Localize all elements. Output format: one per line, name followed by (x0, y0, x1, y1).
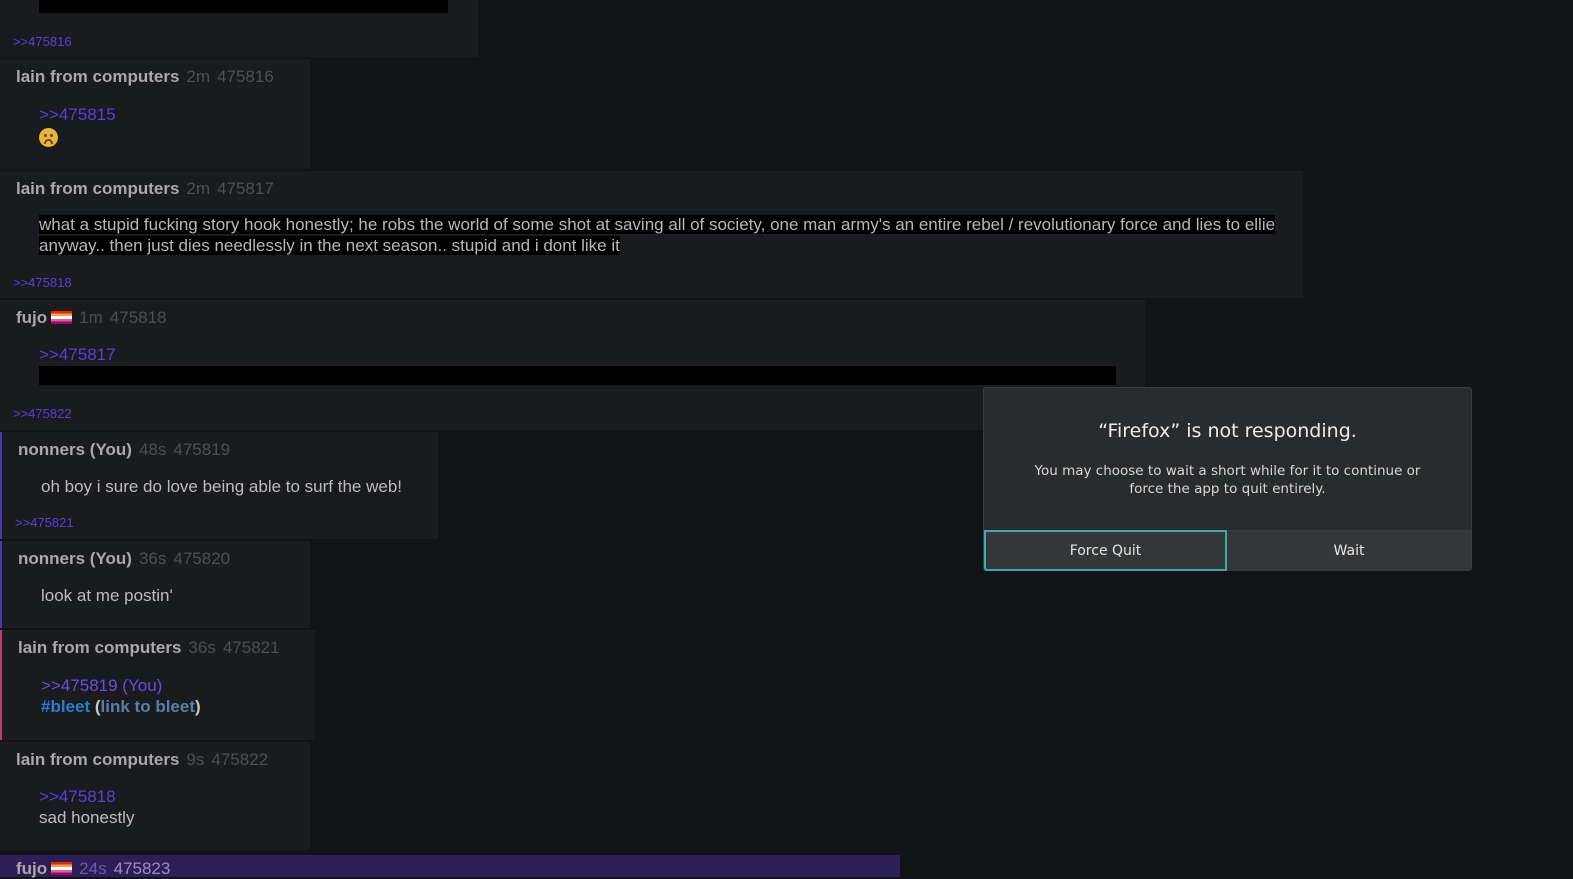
post: nonners (You) 48s 475819 oh boy i sure do … (0, 432, 438, 539)
backlink[interactable]: >>475816 (13, 34, 72, 49)
post-header: nonners (You) 36s 475820 (18, 549, 230, 569)
post-id[interactable]: 475816 (217, 67, 274, 86)
poster-name: lain from computers (16, 67, 180, 86)
post-id[interactable]: 475821 (223, 638, 280, 657)
post-age: 36s (188, 638, 216, 657)
flag-icon (51, 311, 73, 324)
dialog-message: You may choose to wait a short while for… (1034, 463, 1421, 497)
post: nonners (You) 36s 475820 look at me postin… (0, 541, 310, 628)
post-id[interactable]: 475818 (110, 308, 167, 327)
post-highlighted: fujo 24s 475823 (0, 855, 900, 879)
post-text: sad honestly (39, 808, 135, 827)
post-header: lain from computers 9s 475822 (16, 750, 268, 770)
post: >>475816 (0, 0, 478, 57)
spoiler-text[interactable]: what a stupid fucking story hook honestl… (39, 215, 1276, 255)
poster-name: lain from computers (18, 638, 182, 657)
post-header: lain from computers 2m 475816 (16, 67, 274, 87)
not-responding-dialog: “Firefox” is not responding. You may cho… (983, 387, 1472, 571)
post-age: 2m (186, 179, 211, 198)
quote-link[interactable]: >>475818 (39, 786, 134, 807)
poster-name: lain from computers (16, 750, 180, 769)
quote-link[interactable]: >>475819 (You) (41, 675, 201, 696)
post-id[interactable]: 475820 (173, 549, 230, 568)
quote-link[interactable]: >>475817 (39, 344, 116, 365)
poster-name: nonners (You) (18, 440, 132, 459)
post-age: 48s (138, 440, 167, 459)
post-age: 2m (186, 67, 211, 86)
backlink[interactable]: >>475822 (13, 406, 72, 421)
poster-name: lain from computers (16, 179, 180, 198)
post-header: lain from computers 36s 475821 (18, 638, 280, 658)
post-id[interactable]: 475822 (211, 750, 268, 769)
wait-button[interactable]: Wait (1227, 530, 1471, 571)
post-age: 1m (79, 308, 103, 327)
sad-face-emoji-icon (39, 128, 58, 148)
force-quit-button[interactable]: Force Quit (984, 530, 1227, 571)
post-id[interactable]: 475819 (173, 440, 230, 459)
post-age: 24s (79, 859, 107, 878)
poster-name: fujo (16, 308, 48, 327)
post-age: 36s (138, 549, 167, 568)
bleet-link-text[interactable]: link to bleet (101, 697, 195, 716)
post: fujo 1m 475818 >>475817 >>475822 (0, 300, 1145, 430)
dialog-title: “Firefox” is not responding. (1098, 420, 1357, 442)
post-header: lain from computers 2m 475817 (16, 179, 274, 199)
bracket: ) (195, 697, 201, 716)
post-header: fujo 24s 475823 (16, 859, 170, 879)
post: lain from computers 36s 475821 >>475819 (Y… (0, 630, 315, 740)
post: lain from computers 9s 475822 >>475818 sad… (0, 742, 310, 850)
bleet-link[interactable]: (link to bleet) (95, 697, 201, 716)
backlink[interactable]: >>475818 (13, 275, 72, 290)
hashtag-link[interactable]: #bleet (41, 697, 90, 716)
flag-icon (51, 862, 73, 875)
spoiler-block[interactable] (39, 0, 448, 13)
post-id[interactable]: 475817 (217, 179, 274, 198)
backlink[interactable]: >>475821 (15, 515, 74, 530)
post-age: 9s (186, 750, 205, 769)
quote-link[interactable]: >>475815 (39, 104, 116, 125)
post-text: oh boy i sure do love being able to surf… (41, 477, 403, 496)
poster-name: nonners (You) (18, 549, 132, 568)
poster-name: fujo (16, 859, 48, 878)
post: lain from computers 2m 475816 >>475815 (0, 59, 310, 169)
post-id[interactable]: 475823 (114, 859, 171, 878)
post-header: nonners (You) 48s 475819 (18, 440, 230, 460)
post-header: fujo 1m 475818 (16, 308, 167, 328)
post-text: look at me postin' (41, 586, 173, 605)
spoiler-block[interactable] (39, 366, 1116, 385)
post: lain from computers 2m 475817 what a stupi… (0, 171, 1303, 298)
